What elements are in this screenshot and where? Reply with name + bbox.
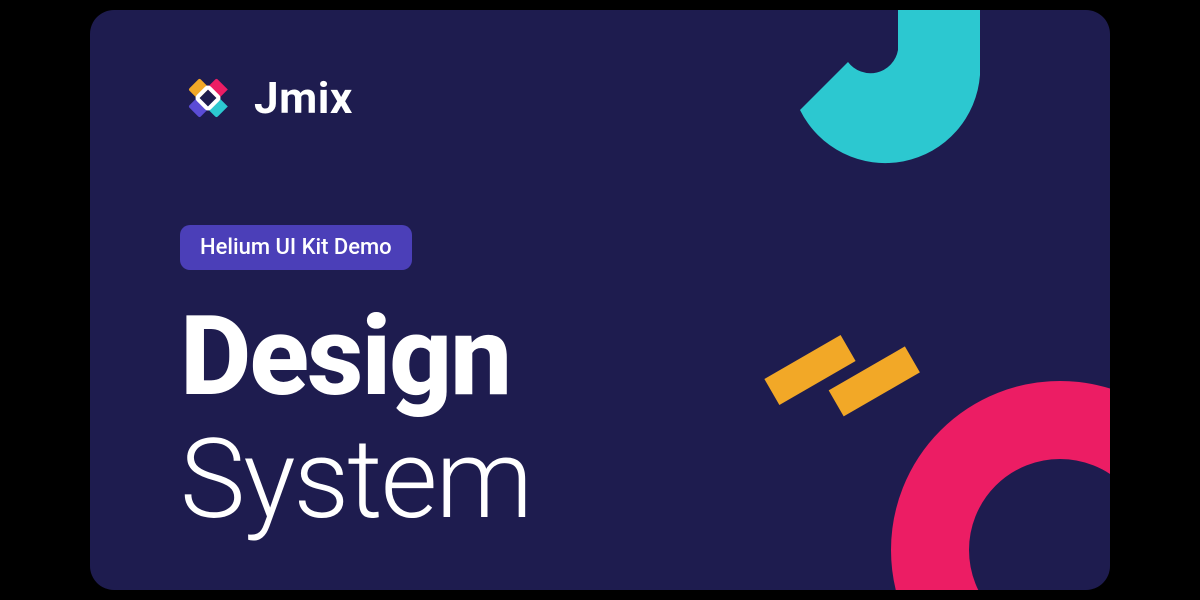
title-line-2: System bbox=[180, 418, 531, 541]
brand-name: Jmix bbox=[254, 72, 353, 124]
title-line-1: Design bbox=[180, 295, 531, 418]
decorative-check-icon bbox=[730, 10, 1050, 230]
brand-logo: Jmix bbox=[180, 70, 353, 126]
main-title: Design System bbox=[180, 295, 531, 541]
decorative-ring-icon bbox=[890, 380, 1110, 590]
promo-card: Jmix Helium UI Kit Demo Design System bbox=[90, 10, 1110, 590]
decorative-bars-icon bbox=[760, 310, 920, 430]
jmix-logo-icon bbox=[180, 70, 236, 126]
kit-badge: Helium UI Kit Demo bbox=[180, 225, 412, 270]
